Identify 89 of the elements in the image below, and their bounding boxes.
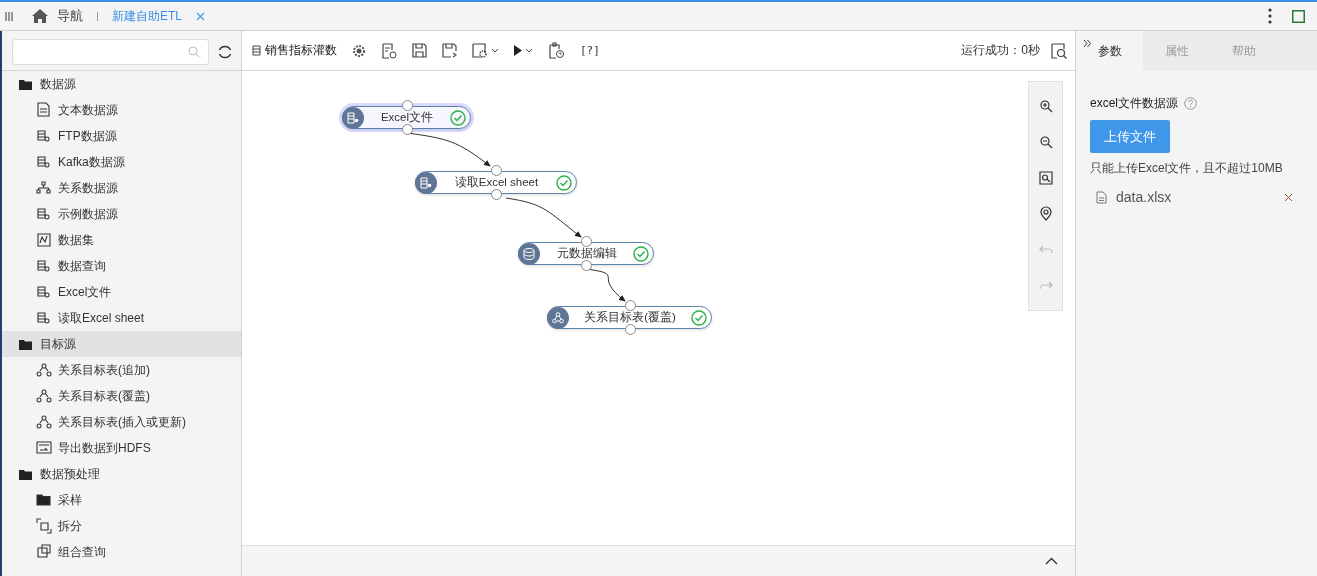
collapse-icon[interactable] <box>1083 39 1092 48</box>
network-icon <box>36 362 52 378</box>
input-port[interactable] <box>624 300 636 311</box>
folder-icon <box>18 467 34 481</box>
table-icon <box>342 106 364 129</box>
document-clock-icon[interactable] <box>381 42 397 59</box>
file-name[interactable]: data.xlsx <box>1116 189 1172 205</box>
tree-item[interactable]: 关系数据源 <box>2 175 241 201</box>
squares-icon <box>36 544 52 560</box>
fit-view-icon[interactable] <box>1037 170 1054 186</box>
tree-item[interactable]: 采样 <box>2 487 241 513</box>
field-label: excel文件数据源 <box>1090 95 1178 112</box>
flow-node[interactable]: Excel文件 <box>342 106 471 129</box>
tree-group[interactable]: 数据源 <box>2 71 241 97</box>
file-icon <box>1096 190 1107 204</box>
more-icon[interactable] <box>1268 8 1272 24</box>
folder-icon <box>18 337 34 351</box>
chevron-up-icon[interactable] <box>1045 557 1058 565</box>
help-button[interactable]: [?] <box>580 44 600 57</box>
tree-item[interactable]: 文本数据源 <box>2 97 241 123</box>
location-pin-icon[interactable] <box>1037 206 1054 222</box>
tree-group[interactable]: 数据预处理 <box>2 461 241 487</box>
flow-node[interactable]: 读取Excel sheet <box>415 171 577 194</box>
close-icon[interactable] <box>1284 192 1293 202</box>
refresh-icon[interactable] <box>217 44 233 60</box>
upload-hint: 只能上传Excel文件，且不超过10MB <box>1090 160 1284 177</box>
tree-item[interactable]: 导出数据到HDFS <box>2 435 241 461</box>
play-icon[interactable] <box>514 45 522 56</box>
database-icon <box>36 258 52 274</box>
caret-icon[interactable] <box>491 48 499 53</box>
gear-icon[interactable] <box>352 43 366 58</box>
network-icon <box>36 388 52 404</box>
document-icon <box>252 45 262 56</box>
output-port[interactable] <box>581 260 592 271</box>
settings-icon[interactable] <box>472 43 488 58</box>
tree-item[interactable]: 关系目标表(覆盖) <box>2 383 241 409</box>
tree-item[interactable]: 拆分 <box>2 513 241 539</box>
flow-title[interactable]: 销售指标灌数 <box>265 42 337 59</box>
tree-item[interactable]: Excel文件 <box>2 279 241 305</box>
tree-item[interactable]: 关系目标表(追加) <box>2 357 241 383</box>
save-as-icon[interactable] <box>442 43 457 58</box>
tree-item[interactable]: 组合查询 <box>2 539 241 565</box>
clipboard-clock-icon[interactable] <box>548 42 565 59</box>
flow-node[interactable]: 关系目标表(覆盖) <box>547 306 712 329</box>
folder-icon <box>36 492 52 508</box>
save-icon[interactable] <box>412 43 427 58</box>
window-icon[interactable] <box>1292 9 1305 23</box>
database-icon <box>518 242 540 265</box>
database-icon <box>36 284 52 300</box>
home-icon[interactable] <box>31 8 49 24</box>
table-icon <box>415 171 437 194</box>
caret-icon[interactable] <box>525 48 533 53</box>
search-icon <box>188 46 200 58</box>
input-port[interactable] <box>491 165 502 176</box>
tree-item[interactable]: 数据集 <box>2 227 241 253</box>
tree-item[interactable]: 数据查询 <box>2 253 241 279</box>
zoom-out-icon[interactable] <box>1037 134 1054 150</box>
output-port[interactable] <box>401 124 413 135</box>
flow-node[interactable]: 元数据编辑 <box>518 242 654 265</box>
input-port[interactable] <box>581 236 592 247</box>
database-icon <box>36 154 52 170</box>
zoom-in-icon[interactable] <box>1037 98 1054 114</box>
menu-icon[interactable] <box>5 11 13 21</box>
tree-item[interactable]: Kafka数据源 <box>2 149 241 175</box>
tab[interactable]: 参数 <box>1076 31 1143 71</box>
tree-item[interactable]: 关系目标表(插入或更新) <box>2 409 241 435</box>
database-icon <box>36 310 52 326</box>
search-field[interactable] <box>12 39 209 65</box>
hierarchy-icon <box>36 180 52 196</box>
tree-group[interactable]: 目标源 <box>2 331 241 357</box>
database-icon <box>36 206 52 222</box>
output-port[interactable] <box>491 189 502 200</box>
run-status: 运行成功：0秒 <box>961 42 1040 59</box>
input-port[interactable] <box>401 100 413 111</box>
chart-icon <box>36 232 52 248</box>
tree-item[interactable]: 读取Excel sheet <box>2 305 241 331</box>
output-port[interactable] <box>624 324 636 335</box>
network-icon <box>547 306 569 329</box>
close-icon[interactable] <box>196 11 205 21</box>
document-icon <box>36 440 52 456</box>
nav-link[interactable]: 导航 <box>57 7 83 25</box>
search-icon[interactable] <box>1051 42 1067 59</box>
folder-icon <box>18 77 34 91</box>
document-icon <box>36 102 52 118</box>
tree-item[interactable]: 示例数据源 <box>2 201 241 227</box>
tree-item[interactable]: FTP数据源 <box>2 123 241 149</box>
split-icon <box>36 518 52 534</box>
database-icon <box>36 128 52 144</box>
network-icon <box>36 414 52 430</box>
